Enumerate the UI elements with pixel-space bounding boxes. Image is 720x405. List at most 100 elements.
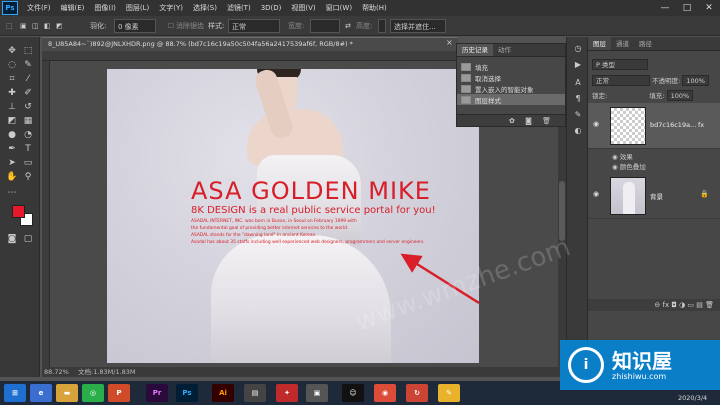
menu-type[interactable]: 文字(Y) xyxy=(154,3,188,13)
wechat-icon[interactable]: ◎ xyxy=(82,384,104,402)
quick-select-tool-icon[interactable]: ✎ xyxy=(22,59,34,71)
fx-badge[interactable]: fx xyxy=(698,121,704,129)
history-item-selected[interactable]: 图层样式 xyxy=(457,94,565,105)
zoom-level[interactable]: 88.72% xyxy=(44,367,69,377)
zoom-tool-icon[interactable]: ⚲ xyxy=(22,171,34,183)
effects-row[interactable]: ◉ 效果 xyxy=(612,151,633,161)
add-selection-icon[interactable]: ◫ xyxy=(32,19,39,33)
media-player-icon[interactable]: ▤ xyxy=(244,384,266,402)
history-footer-icons[interactable]: ✿ ◙ 🗑 xyxy=(457,114,565,126)
screen-mode-icon[interactable]: ▢ xyxy=(22,233,34,245)
tab-channels[interactable]: 通道 xyxy=(611,37,634,50)
app-icon-gray[interactable]: ▣ xyxy=(306,384,328,402)
blur-tool-icon[interactable]: ● xyxy=(6,129,18,141)
artboard-tool-icon[interactable]: ⬚ xyxy=(22,45,34,57)
crop-tool-icon[interactable]: ⌗ xyxy=(6,73,18,85)
blend-mode-select[interactable]: 正常 xyxy=(592,75,650,86)
chrome-icon[interactable]: ◉ xyxy=(374,384,396,402)
history-brush-tool-icon[interactable]: ↺ xyxy=(22,101,34,113)
eraser-tool-icon[interactable]: ◩ xyxy=(6,115,18,127)
layer-row-background[interactable]: ◉ 背景 🔒 xyxy=(588,173,720,219)
tab-history[interactable]: 历史记录 xyxy=(457,44,493,56)
start-button-icon[interactable]: ⊞ xyxy=(4,384,26,402)
document-tab[interactable]: 8_U85A84~`)892@JNLXHDR.png @ 88.7% (bd7c… xyxy=(42,37,458,51)
clone-stamp-tool-icon[interactable]: ⊥ xyxy=(6,101,18,113)
adjustments-panel-icon[interactable]: ◐ xyxy=(572,125,584,136)
layers-footer-icons[interactable]: ⊖ fx ◘ ◑ ▭ ▤ 🗑 xyxy=(588,299,720,311)
marquee-tool-icon[interactable]: ⬚ xyxy=(6,19,13,33)
menu-select[interactable]: 选择(S) xyxy=(188,3,222,13)
close-document-icon[interactable]: × xyxy=(446,38,453,47)
document-canvas[interactable]: ASA GOLDEN MIKE 8K DESIGN is a real publ… xyxy=(107,69,479,363)
history-panel-icon[interactable]: ◷ xyxy=(572,43,584,54)
premiere-icon[interactable]: Pr xyxy=(146,384,168,402)
fill-input[interactable]: 100% xyxy=(666,90,694,101)
history-item[interactable]: 取消选择 xyxy=(457,72,565,83)
effect-eye-icon[interactable]: ◉ xyxy=(612,163,618,171)
more-tools-icon[interactable]: ⋯ xyxy=(6,187,18,199)
menu-3d[interactable]: 3D(D) xyxy=(256,4,287,12)
visibility-eye-icon[interactable]: ◉ xyxy=(593,120,599,128)
maximize-button[interactable]: □ xyxy=(676,0,698,16)
close-button[interactable]: ✕ xyxy=(698,0,720,16)
lasso-tool-icon[interactable]: ◌ xyxy=(6,59,18,71)
quick-mask-icon[interactable]: ◙ xyxy=(6,233,18,245)
move-tool-icon[interactable]: ✥ xyxy=(6,45,18,57)
menu-image[interactable]: 图像(I) xyxy=(89,3,121,13)
browser-icon[interactable]: e xyxy=(30,384,52,402)
pen-tool-icon[interactable]: ✒ xyxy=(6,143,18,155)
antialias-checkbox[interactable]: ☐ xyxy=(168,19,174,33)
swap-icon[interactable]: ⇄ xyxy=(345,19,351,33)
properties-panel-icon[interactable]: ▶ xyxy=(572,59,584,70)
character-panel-icon[interactable]: A xyxy=(572,77,584,88)
width-input[interactable] xyxy=(310,19,340,33)
intersect-selection-icon[interactable]: ◩ xyxy=(56,19,63,33)
brush-tool-icon[interactable]: ✐ xyxy=(22,87,34,99)
layer-row[interactable]: ◉ bd7c16c19a... fx xyxy=(588,103,720,149)
feather-input[interactable]: 0 像素 xyxy=(114,19,156,33)
style-select[interactable]: 正常 xyxy=(228,19,280,33)
layer-filter-select[interactable]: P 类型 xyxy=(592,59,648,70)
illustrator-icon[interactable]: Ai xyxy=(212,384,234,402)
dodge-tool-icon[interactable]: ◔ xyxy=(22,129,34,141)
subtract-selection-icon[interactable]: ◧ xyxy=(44,19,51,33)
new-selection-icon[interactable]: ▣ xyxy=(20,19,27,33)
app-icon-yellow[interactable]: ✎ xyxy=(438,384,460,402)
menu-layer[interactable]: 图层(L) xyxy=(121,3,154,13)
tab-actions[interactable]: 动作 xyxy=(493,44,516,56)
gradient-tool-icon[interactable]: ▦ xyxy=(22,115,34,127)
history-item[interactable]: 填充 xyxy=(457,61,565,72)
visibility-eye-icon[interactable]: ◉ xyxy=(593,190,599,198)
app-icon-orange[interactable]: ↻ xyxy=(406,384,428,402)
color-overlay-row[interactable]: ◉ 颜色叠加 xyxy=(612,161,646,171)
tab-paths[interactable]: 路径 xyxy=(634,37,657,50)
menu-window[interactable]: 窗口(W) xyxy=(321,3,357,13)
powerpoint-icon[interactable]: P xyxy=(108,384,130,402)
history-item[interactable]: 置入嵌入的智能对象 xyxy=(457,83,565,94)
folder-icon[interactable]: ▬ xyxy=(56,384,78,402)
foreground-color-swatch[interactable] xyxy=(12,205,25,218)
height-input[interactable] xyxy=(378,19,386,33)
eyedropper-tool-icon[interactable]: ⁄ xyxy=(22,73,34,85)
menu-edit[interactable]: 编辑(E) xyxy=(56,3,90,13)
hand-tool-icon[interactable]: ✋ xyxy=(6,171,18,183)
brush-panel-icon[interactable]: ✎ xyxy=(572,109,584,120)
opacity-input[interactable]: 100% xyxy=(682,75,709,86)
minimize-button[interactable]: — xyxy=(654,0,676,16)
effect-eye-icon[interactable]: ◉ xyxy=(612,153,618,161)
paragraph-panel-icon[interactable]: ¶ xyxy=(572,93,584,104)
app-icon-red[interactable]: ✦ xyxy=(276,384,298,402)
rectangle-tool-icon[interactable]: ▭ xyxy=(22,157,34,169)
select-and-mask-button[interactable]: 选择并遮住... xyxy=(390,19,446,33)
path-select-tool-icon[interactable]: ➤ xyxy=(6,157,18,169)
menu-view[interactable]: 视图(V) xyxy=(286,3,320,13)
layer-name[interactable]: bd7c16c19a... xyxy=(650,121,696,129)
type-tool-icon[interactable]: T xyxy=(22,143,34,155)
menu-help[interactable]: 帮助(H) xyxy=(357,3,392,13)
menu-filter[interactable]: 滤镜(T) xyxy=(222,3,256,13)
healing-tool-icon[interactable]: ✚ xyxy=(6,87,18,99)
photoshop-taskbar-icon[interactable]: Ps xyxy=(176,384,198,402)
qq-icon[interactable]: ☺ xyxy=(342,384,364,402)
tab-layers[interactable]: 图层 xyxy=(588,37,611,50)
menu-file[interactable]: 文件(F) xyxy=(22,3,56,13)
